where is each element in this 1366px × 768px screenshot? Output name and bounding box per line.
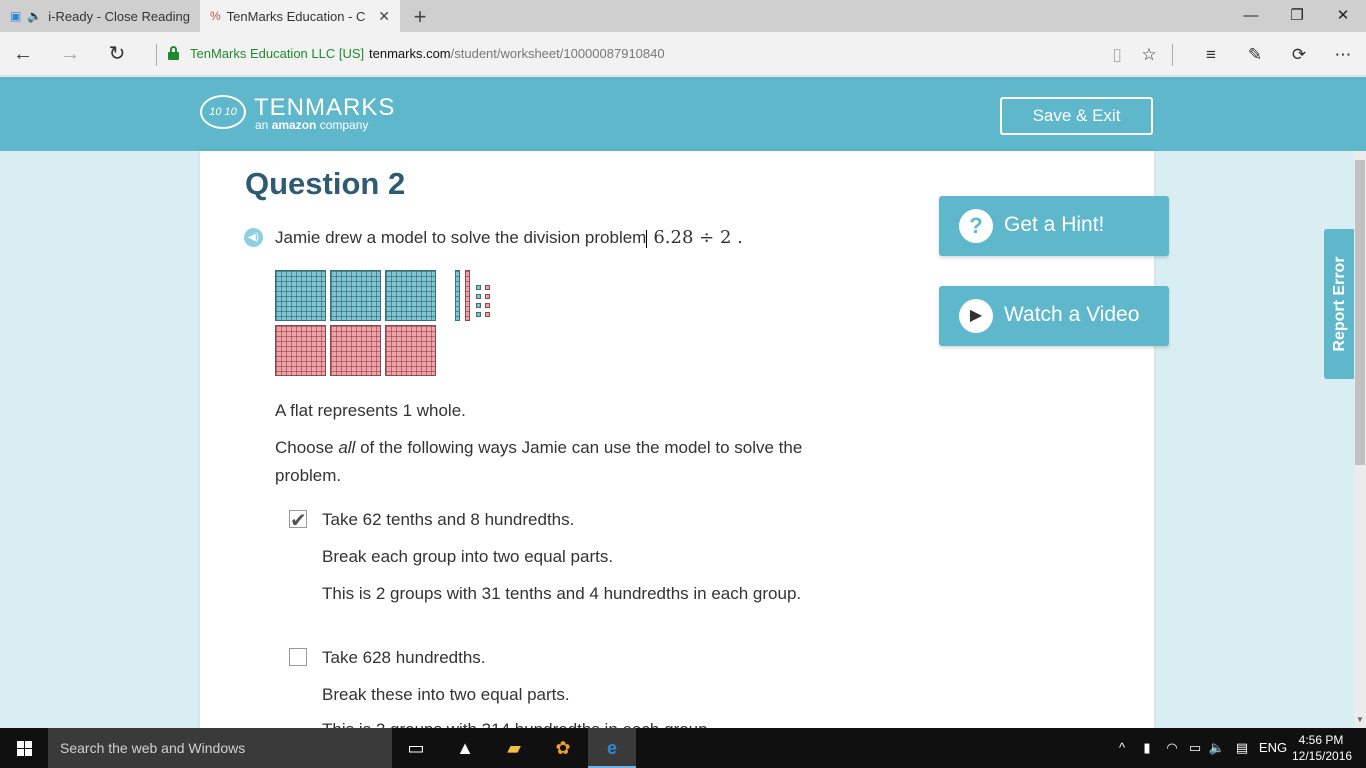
unit-blue (476, 285, 481, 290)
watch-video-button[interactable]: ▶ Watch a Video (939, 286, 1169, 346)
browser-tab-bar: ▣ 🔈 i-Ready - Close Reading % TenMarks E… (0, 0, 1366, 32)
favorite-star-icon[interactable]: ☆ (1136, 42, 1162, 68)
unit-blue (476, 312, 481, 317)
show-hidden-icons-chevron-icon[interactable]: ^ (1112, 728, 1132, 768)
paint-app-icon[interactable]: ✿ (539, 728, 587, 768)
choice-1-line-2[interactable]: Break each group into two equal parts. (322, 547, 613, 567)
question-title: Question 2 (245, 166, 406, 201)
flat-red (385, 325, 436, 376)
minimize-icon[interactable]: — (1228, 0, 1274, 32)
tab-label: i-Ready - Close Reading (48, 8, 190, 24)
action-center-icon[interactable]: ▤ (1232, 728, 1252, 768)
tab-label: TenMarks Education - C (226, 8, 366, 24)
edge-browser-icon[interactable]: e (588, 728, 636, 768)
scroll-down-arrow-icon[interactable]: ▼ (1354, 715, 1366, 727)
logo-subtitle: an amazon company (255, 118, 369, 132)
taskbar-clock[interactable]: 4:56 PM 12/15/2016 (1292, 732, 1352, 764)
taskbar-search-box[interactable]: Search the web and Windows (48, 728, 392, 768)
windows-taskbar: Search the web and Windows ▭ ▲ ▰ ✿ e ^ ▮… (0, 728, 1366, 768)
forward-arrow-icon[interactable]: → (55, 39, 85, 69)
address-bar: ← → ↻ TenMarks Education LLC [US] tenmar… (0, 32, 1366, 76)
close-tab-icon[interactable]: ✕ (378, 8, 390, 25)
reading-view-icon[interactable]: ▯ (1104, 42, 1130, 68)
usb-icon[interactable]: ▮ (1137, 728, 1157, 768)
new-tab-icon[interactable]: + (408, 4, 432, 30)
unit-red (485, 312, 490, 317)
choice-2-checkbox[interactable] (289, 648, 307, 666)
lightbulb-question-icon: ? (959, 209, 993, 243)
read-aloud-speaker-icon[interactable]: ◀) (244, 228, 263, 247)
tab-tenmarks[interactable]: % TenMarks Education - C ✕ (200, 0, 400, 32)
restore-icon[interactable]: ❐ (1274, 0, 1320, 32)
web-note-icon[interactable]: ✎ (1242, 42, 1268, 68)
more-icon[interactable]: ⋯ (1330, 42, 1356, 68)
unit-red (485, 303, 490, 308)
unit-blue (476, 294, 481, 299)
save-exit-button[interactable]: Save & Exit (1000, 97, 1153, 135)
flat-blue (330, 270, 381, 321)
language-indicator[interactable]: ENG (1258, 728, 1288, 768)
text-caret (646, 229, 648, 248)
flat-red (275, 325, 326, 376)
tenmarks-logo-icon[interactable]: 10 10 (200, 95, 246, 129)
flat-blue (275, 270, 326, 321)
file-explorer-icon[interactable]: ▰ (490, 728, 538, 768)
question-instruction: Choose all of the following ways Jamie c… (275, 438, 803, 485)
choice-1-line-3[interactable]: This is 2 groups with 31 tenths and 4 hu… (322, 584, 801, 604)
model-note: A flat represents 1 whole. (275, 401, 466, 420)
wifi-icon[interactable]: ◠ (1162, 728, 1182, 768)
task-view-icon[interactable]: ▭ (392, 728, 440, 768)
volume-icon[interactable]: 🔈 (1207, 728, 1227, 768)
start-button[interactable] (0, 728, 48, 768)
choice-2-line-2[interactable]: Break these into two equal parts. (322, 685, 570, 705)
divider (1172, 44, 1173, 66)
divider (156, 44, 157, 66)
rod-red (465, 270, 470, 321)
lock-icon[interactable] (168, 46, 179, 60)
unit-blue (476, 303, 481, 308)
unit-red (485, 285, 490, 290)
choice-2-line-3[interactable]: This is 2 groups with 314 hundredths in … (322, 720, 712, 728)
checkmark-icon: ✔ (290, 510, 307, 532)
report-error-tab[interactable]: Report Error (1324, 229, 1356, 379)
refresh-icon[interactable]: ↻ (102, 39, 132, 69)
photos-app-icon[interactable]: ▲ (441, 728, 489, 768)
hub-icon[interactable]: ≡ (1198, 42, 1224, 68)
question-prompt: Jamie drew a model to solve the division… (275, 227, 743, 248)
scrollbar-thumb[interactable] (1355, 160, 1365, 465)
share-icon[interactable]: ⟳ (1286, 42, 1312, 68)
choice-1-line-1[interactable]: Take 62 tenths and 8 hundredths. (322, 510, 574, 530)
iready-favicon-icon: ▣ (10, 9, 22, 23)
choice-2-line-1[interactable]: Take 628 hundredths. (322, 648, 486, 668)
rod-blue (455, 270, 460, 321)
tab-iready[interactable]: ▣ 🔈 i-Ready - Close Reading (0, 0, 200, 32)
get-hint-button[interactable]: ? Get a Hint! (939, 196, 1169, 256)
tenmarks-favicon-icon: % (210, 9, 221, 23)
unit-red (485, 294, 490, 299)
url-field[interactable]: tenmarks.com/student/worksheet/100000879… (369, 46, 665, 61)
windows-logo-icon (17, 741, 32, 756)
play-icon: ▶ (959, 299, 993, 333)
site-identity[interactable]: TenMarks Education LLC [US] (190, 46, 364, 61)
power-icon[interactable]: ▭ (1185, 728, 1205, 768)
flat-blue (385, 270, 436, 321)
back-arrow-icon[interactable]: ← (8, 39, 38, 69)
flat-red (330, 325, 381, 376)
close-window-icon[interactable]: ✕ (1320, 0, 1366, 32)
division-expression: 6.28 ÷ 2 . (653, 227, 743, 248)
speaker-icon[interactable]: 🔈 (27, 9, 42, 23)
